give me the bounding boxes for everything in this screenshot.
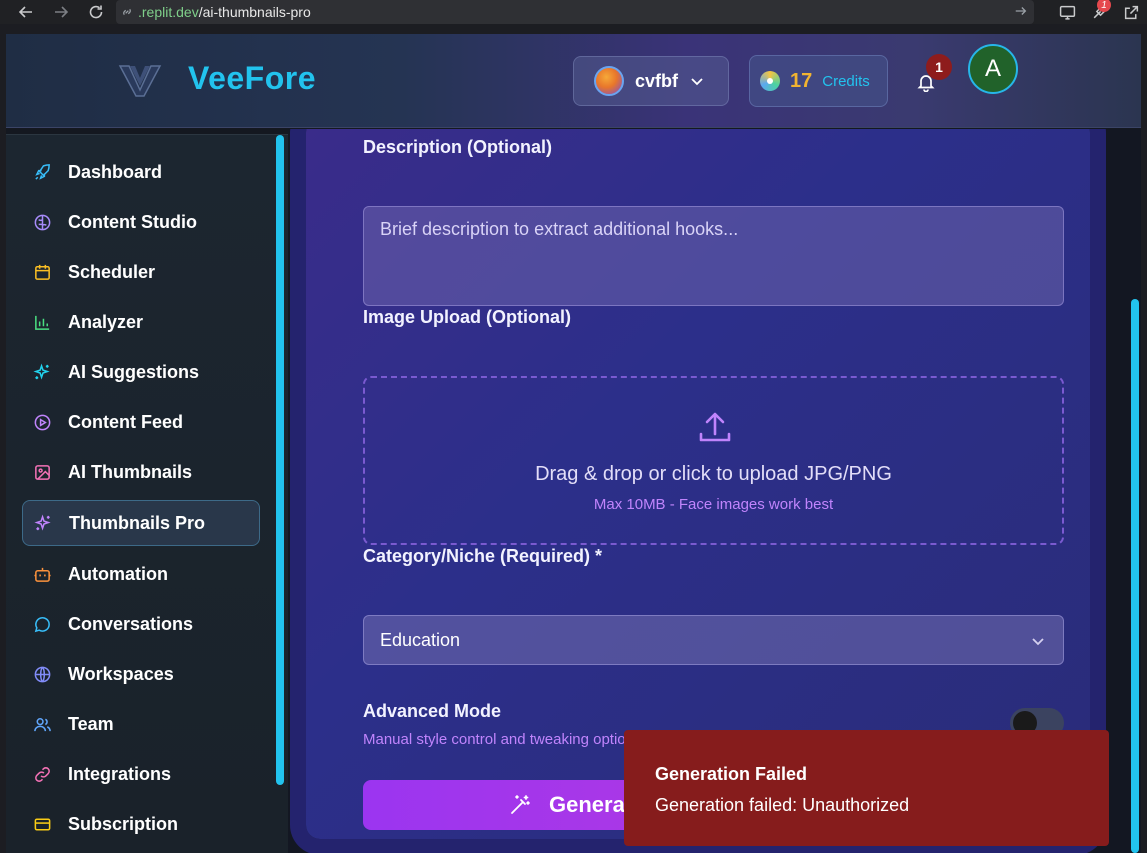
sidebar-item-label: Integrations [68, 763, 172, 784]
sidebar-item-label: Dashboard [68, 161, 163, 182]
sidebar-item-scheduler[interactable]: Scheduler [22, 249, 260, 295]
description-input[interactable]: Brief description to extract additional … [363, 206, 1064, 306]
sidebar-scrollbar[interactable] [276, 135, 284, 785]
brand-name[interactable]: VeeFore [188, 60, 316, 97]
browser-toolbar: .replit.dev/ai-thumbnails-pro 1 [0, 0, 1147, 24]
chevron-down-icon [691, 78, 703, 86]
workspace-switcher[interactable]: cvfbf [573, 56, 729, 106]
sidebar-item-integrations[interactable]: Integrations [22, 751, 260, 797]
sidebar-item-ai-thumbnails[interactable]: AI Thumbnails [22, 449, 260, 495]
chevron-down-icon [1032, 638, 1044, 646]
address-bar[interactable]: .replit.dev/ai-thumbnails-pro [116, 0, 1034, 24]
sidebar-item-label: AI Thumbnails [68, 461, 193, 482]
browser-actions: 1 [1057, 0, 1141, 22]
sidebar-item-label: Content Studio [68, 211, 197, 232]
sidebar-item-dashboard[interactable]: Dashboard [22, 149, 260, 195]
upload-label: Image Upload (Optional) [363, 307, 572, 327]
brain-icon [32, 212, 52, 232]
sparkles-icon [32, 362, 52, 382]
sparkles-icon [33, 513, 53, 533]
rocket-icon [32, 162, 52, 182]
toast-message: Generation failed: Unauthorized [655, 795, 910, 815]
open-external-icon[interactable] [1121, 2, 1141, 22]
link-icon [32, 764, 52, 784]
sidebar-item-workspaces[interactable]: Workspaces [22, 651, 260, 697]
toast-title: Generation Failed [655, 764, 808, 784]
extension-icon[interactable]: 1 [1089, 0, 1111, 22]
sidebar-item-analyzer[interactable]: Analyzer [22, 299, 260, 345]
description-label: Description (Optional) [363, 137, 552, 157]
chat-icon [32, 614, 52, 634]
advanced-mode-label: Advanced Mode [363, 701, 502, 721]
category-select[interactable]: Education [363, 615, 1064, 665]
play-circle-icon [32, 412, 52, 432]
bot-icon [32, 564, 52, 584]
sidebar-item-ai-suggestions[interactable]: AI Suggestions [22, 349, 260, 395]
error-toast[interactable]: Generation Failed Generation failed: Una… [624, 730, 1109, 846]
sidebar-item-label: Scheduler [68, 261, 156, 282]
sidebar-item-label: Workspaces [68, 663, 174, 684]
sidebar-item-label: Conversations [68, 613, 194, 634]
sidebar-item-label: Team [68, 713, 114, 734]
category-value: Education [380, 629, 461, 650]
go-icon[interactable] [1014, 4, 1028, 18]
bar-chart-icon [32, 312, 52, 332]
users-icon [32, 714, 52, 734]
globe-icon [32, 664, 52, 684]
coin-icon [760, 71, 780, 91]
category-label: Category/Niche (Required) * [363, 546, 603, 566]
credit-card-icon [32, 814, 52, 834]
credits-label: Credits [822, 72, 870, 90]
forward-icon[interactable] [49, 0, 73, 24]
credits-display[interactable]: 17 Credits [749, 55, 888, 107]
sidebar-item-content-studio[interactable]: Content Studio [22, 199, 260, 245]
sidebar-item-label: Content Feed [68, 411, 183, 432]
sidebar-item-label: Analyzer [68, 311, 144, 332]
reload-icon[interactable] [84, 0, 108, 24]
sidebar-item-label: Thumbnails Pro [69, 512, 206, 533]
sidebar-item-conversations[interactable]: Conversations [22, 601, 260, 647]
image-icon [32, 462, 52, 482]
url-host: .replit.dev [138, 4, 199, 20]
link-icon [123, 8, 131, 16]
sidebar: Dashboard Content Studio Scheduler Analy… [6, 134, 288, 853]
sidebar-item-subscription[interactable]: Subscription [22, 801, 260, 847]
notification-badge: 1 [926, 54, 952, 80]
workspace-avatar [594, 66, 624, 96]
advanced-mode-description: Manual style control and tweaking option… [363, 731, 642, 748]
sidebar-item-team[interactable]: Team [22, 701, 260, 747]
calendar-icon [32, 262, 52, 282]
back-icon[interactable] [14, 0, 38, 24]
extension-badge: 1 [1097, 0, 1111, 12]
sidebar-item-content-feed[interactable]: Content Feed [22, 399, 260, 445]
upload-icon [699, 412, 731, 442]
veefore-logo-icon [118, 65, 162, 97]
upload-hint: Max 10MB - Face images work best [593, 496, 834, 513]
magic-wand-icon [511, 795, 530, 814]
sidebar-item-label: AI Suggestions [68, 361, 200, 382]
sidebar-item-thumbnails-pro[interactable]: Thumbnails Pro [22, 500, 260, 546]
workspace-name: cvfbf [635, 70, 679, 91]
image-upload-dropzone[interactable]: Drag & drop or click to upload JPG/PNG M… [363, 376, 1064, 545]
user-avatar[interactable]: A [968, 44, 1018, 94]
sidebar-item-automation[interactable]: Automation [22, 551, 260, 597]
main-scrollbar[interactable] [1131, 299, 1139, 853]
sidebar-item-label: Subscription [68, 813, 179, 834]
sidebar-item-label: Automation [68, 563, 168, 584]
credits-value: 17 [790, 69, 813, 92]
monitor-icon[interactable] [1057, 2, 1077, 22]
top-header: VeeFore cvfbf 17 Credits 1 A [6, 34, 1141, 128]
url-path: /ai-thumbnails-pro [198, 4, 311, 20]
upload-instructions: Drag & drop or click to upload JPG/PNG [535, 463, 892, 485]
